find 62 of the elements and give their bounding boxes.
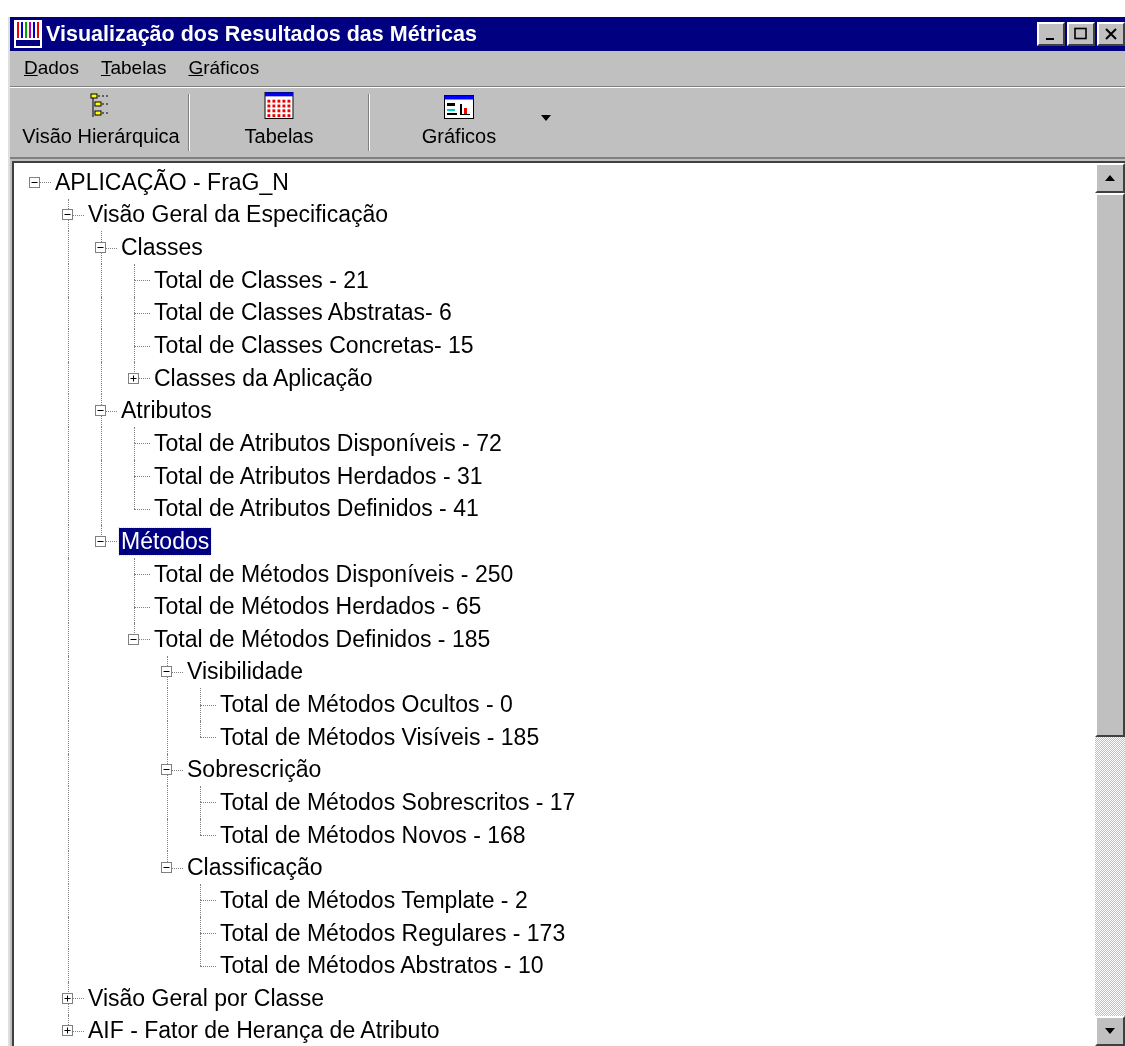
tree-item[interactable]: Total de Métodos Disponíveis - 250 [152, 560, 516, 588]
toolbar-button[interactable]: Tabelas [190, 92, 368, 153]
collapse-icon[interactable] [62, 209, 73, 221]
tree-item[interactable]: Total de Métodos Abstratos - 10 [218, 952, 546, 980]
collapse-icon[interactable] [161, 764, 172, 776]
expand-icon[interactable] [62, 992, 73, 1004]
tree-item[interactable]: APLICAÇÃO - FraG_N [53, 168, 291, 196]
toolbar-button[interactable]: Gráficos [370, 92, 548, 153]
tree-item[interactable]: Total de Métodos Novos - 168 [218, 821, 528, 849]
collapse-icon[interactable] [161, 862, 172, 874]
menu-item[interactable]: Tabelas [100, 54, 167, 83]
tree-item[interactable]: Total de Atributos Definidos - 41 [152, 495, 481, 523]
tree-item[interactable]: Atributos [119, 397, 214, 425]
tree-item[interactable]: Total de Classes - 21 [152, 266, 371, 294]
tree-item[interactable]: Total de Métodos Herdados - 65 [152, 593, 484, 621]
tree-item[interactable]: Total de Atributos Disponíveis - 72 [152, 429, 504, 457]
scroll-thumb[interactable] [1095, 193, 1125, 737]
up-arrow-icon [1104, 174, 1116, 182]
tree-item[interactable]: Total de Métodos Ocultos - 0 [218, 691, 515, 719]
tree-item[interactable]: Classes [119, 234, 205, 262]
expand-icon[interactable] [62, 1025, 73, 1037]
tree-item[interactable]: Visão Geral da Especificação [86, 201, 391, 229]
dropdown-caret-icon[interactable] [540, 113, 552, 122]
tree-item[interactable]: Visão Geral por Classe [86, 984, 327, 1012]
scrollbar[interactable] [1095, 163, 1125, 1046]
tree-item[interactable]: Total de Classes Abstratas- 6 [152, 299, 454, 327]
table-icon [264, 92, 294, 119]
expand-icon[interactable] [128, 372, 139, 384]
toolbar-button[interactable]: Visão Hierárquica [14, 92, 188, 153]
scroll-up-button[interactable] [1095, 163, 1125, 193]
maximize-icon [1073, 27, 1089, 41]
tree-item[interactable]: Visibilidade [185, 658, 305, 686]
tree-item[interactable]: Total de Classes Concretas- 15 [152, 332, 476, 359]
app-logo-icon [14, 20, 42, 48]
window-title: Visualização dos Resultados das Métricas [46, 20, 477, 48]
menu-item[interactable]: Gráficos [188, 54, 260, 83]
scroll-down-button[interactable] [1095, 1016, 1125, 1046]
menu-item[interactable]: Dados [24, 54, 79, 83]
collapse-icon[interactable] [29, 176, 40, 188]
tree-item[interactable]: Classificação [185, 854, 325, 882]
tree-item[interactable]: Classes da Aplicação [152, 364, 375, 392]
close-icon [1103, 27, 1119, 41]
minimize-icon [1046, 38, 1054, 40]
close-button[interactable] [1097, 22, 1125, 46]
tree-item[interactable]: Total de Métodos Visíveis - 185 [218, 723, 542, 751]
collapse-icon[interactable] [95, 405, 106, 417]
tree-item[interactable]: Total de Métodos Template - 2 [218, 886, 530, 914]
tree-item[interactable]: Total de Métodos Sobrescritos - 17 [218, 789, 578, 816]
collapse-icon[interactable] [161, 666, 172, 678]
minimize-button[interactable] [1037, 22, 1065, 46]
tree-item[interactable]: Total de Métodos Definidos - 185 [152, 625, 493, 653]
collapse-icon[interactable] [95, 535, 106, 547]
tree-item[interactable]: Sobrescrição [185, 756, 324, 784]
maximize-button[interactable] [1067, 22, 1095, 46]
tree-item[interactable]: Total de Atributos Herdados - 31 [152, 462, 485, 490]
chart-window-icon [444, 95, 474, 119]
tree-item[interactable]: Total de Métodos Regulares - 173 [218, 919, 568, 947]
down-arrow-icon [1104, 1027, 1116, 1035]
tree-item[interactable]: Métodos [119, 527, 212, 555]
collapse-icon[interactable] [95, 242, 106, 254]
collapse-icon[interactable] [128, 633, 139, 645]
tree-item[interactable]: AIF - Fator de Herança de Atributo [86, 1017, 442, 1045]
